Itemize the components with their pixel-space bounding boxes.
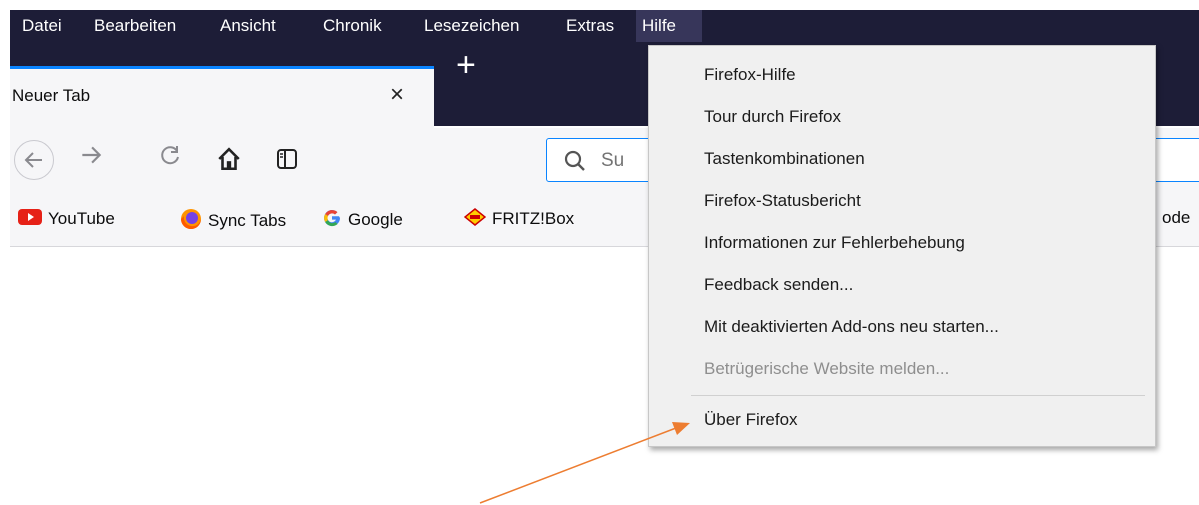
- bookmark-google[interactable]: Google: [322, 208, 403, 233]
- menu-hilfe[interactable]: Hilfe: [636, 10, 702, 42]
- search-icon: [564, 150, 585, 171]
- reload-button[interactable]: [158, 142, 182, 175]
- sidebar-button[interactable]: [276, 148, 298, 175]
- menu-item-fehlerbehebung[interactable]: Informationen zur Fehlerbehebung: [704, 233, 965, 253]
- home-icon: [218, 147, 240, 171]
- menu-datei[interactable]: Datei: [16, 10, 68, 42]
- bookmark-partial[interactable]: ode: [1162, 208, 1190, 228]
- menu-item-firefox-hilfe[interactable]: Firefox-Hilfe: [704, 65, 796, 85]
- close-icon[interactable]: ×: [390, 81, 404, 109]
- menu-bearbeiten[interactable]: Bearbeiten: [88, 10, 182, 42]
- menu-item-report-site: Betrügerische Website melden...: [704, 359, 950, 378]
- firefox-icon: [180, 208, 202, 235]
- menu-item-tour[interactable]: Tour durch Firefox: [704, 107, 841, 127]
- menu-extras[interactable]: Extras: [560, 10, 620, 42]
- menu-ansicht[interactable]: Ansicht: [214, 10, 282, 42]
- back-button[interactable]: [14, 140, 54, 180]
- menu-item-about-firefox[interactable]: Über Firefox: [704, 410, 798, 430]
- bookmark-youtube[interactable]: YouTube: [18, 208, 115, 231]
- home-button[interactable]: [216, 146, 242, 177]
- bookmark-label: Sync Tabs: [208, 210, 287, 230]
- menu-separator: [691, 395, 1145, 396]
- fritzbox-icon: [463, 208, 487, 231]
- tab-title: Neuer Tab: [12, 86, 91, 105]
- reload-icon: [161, 146, 179, 165]
- sidebar-icon: [277, 149, 297, 169]
- bookmark-sync-tabs[interactable]: Sync Tabs: [180, 208, 286, 235]
- menu-item-restart-addons[interactable]: Mit deaktivierten Add-ons neu starten...: [704, 317, 999, 337]
- menu-bar: Datei Bearbeiten Ansicht Chronik Lesezei…: [10, 10, 1199, 42]
- menu-item-statusbericht[interactable]: Firefox-Statusbericht: [704, 191, 861, 211]
- menu-lesezeichen[interactable]: Lesezeichen: [418, 10, 525, 42]
- tab-new-tab[interactable]: Neuer Tab ×: [10, 66, 434, 128]
- forward-button[interactable]: [78, 142, 104, 175]
- bookmark-fritzbox[interactable]: FRITZ!Box: [463, 208, 575, 231]
- new-tab-button[interactable]: +: [456, 48, 476, 82]
- menu-chronik[interactable]: Chronik: [317, 10, 388, 42]
- bookmark-label: FRITZ!Box: [492, 208, 575, 228]
- arrow-left-icon: [24, 152, 42, 168]
- google-icon: [322, 208, 342, 233]
- menu-item-feedback[interactable]: Feedback senden...: [704, 275, 853, 295]
- bookmark-label: YouTube: [48, 208, 115, 228]
- help-menu: Firefox-Hilfe Tour durch Firefox Tastenk…: [648, 45, 1156, 447]
- bookmark-label: Google: [348, 209, 403, 229]
- youtube-icon: [18, 208, 42, 231]
- menu-item-tastenkombinationen[interactable]: Tastenkombinationen: [704, 149, 865, 169]
- arrow-right-icon: [82, 146, 102, 164]
- bookmark-label: ode: [1162, 208, 1191, 227]
